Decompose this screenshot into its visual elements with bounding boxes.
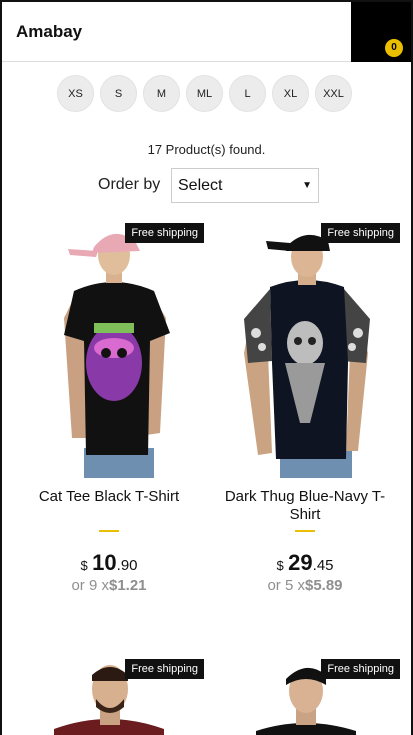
price-integer: 10 [92,550,117,575]
size-xxl-button[interactable]: XXL [315,75,352,112]
installment-value: $5.89 [304,577,343,594]
product-price: $ 10.90 [14,550,204,576]
product-image: Free shipping [210,223,400,478]
product-card[interactable]: Free shipping [210,659,400,735]
installments-prefix: or 9 x [71,577,109,594]
product-card[interactable]: Free shipping [14,659,204,735]
size-filter: XS S M ML L XL XXL [57,75,352,112]
dropdown-caret-icon: ▼ [302,180,312,191]
price-currency: $ [80,558,88,573]
price-decimal: .90 [116,557,138,574]
free-shipping-badge: Free shipping [321,659,400,679]
installment-value: $1.21 [108,577,147,594]
price-currency: $ [276,558,284,573]
product-title: Dark Thug Blue-Navy T-Shirt [224,488,386,523]
installments: or 5 x$5.89 [210,577,400,594]
free-shipping-badge: Free shipping [125,659,204,679]
installments-prefix: or 5 x [267,577,305,594]
price-integer: 29 [288,550,313,575]
top-bar: Amabay 0 [2,2,411,62]
product-card[interactable]: Free shipping Cat Tee Black T-Shirt $ 10… [14,223,204,603]
price-decimal: .45 [312,557,334,574]
title-divider [295,530,315,532]
size-m-button[interactable]: M [143,75,180,112]
brand-logo[interactable]: Amabay [16,22,82,42]
size-l-button[interactable]: L [229,75,266,112]
cart-button[interactable]: 0 [351,2,411,62]
product-price: $ 29.45 [210,550,400,576]
installments: or 9 x$1.21 [14,577,204,594]
product-card[interactable]: Free shipping Dark Thug Blue-Navy T-Shir… [210,223,400,603]
product-image: Free shipping [14,223,204,478]
title-divider [99,530,119,532]
order-by-select[interactable]: Select ▼ [171,168,319,203]
cart-count-badge: 0 [385,39,403,57]
order-by-selected: Select [178,176,223,194]
free-shipping-badge: Free shipping [125,223,204,243]
app-frame: Amabay 0 XS S M ML L XL XXL 17 Product(s… [0,0,413,735]
size-s-button[interactable]: S [100,75,137,112]
products-found-text: 17 Product(s) found. [147,142,266,157]
free-shipping-badge: Free shipping [321,223,400,243]
product-image: Free shipping [210,659,400,735]
size-xs-button[interactable]: XS [57,75,94,112]
size-ml-button[interactable]: ML [186,75,223,112]
product-title: Cat Tee Black T-Shirt [38,488,180,505]
size-xl-button[interactable]: XL [272,75,309,112]
product-image: Free shipping [14,659,204,735]
order-by-label: Order by [98,176,161,193]
